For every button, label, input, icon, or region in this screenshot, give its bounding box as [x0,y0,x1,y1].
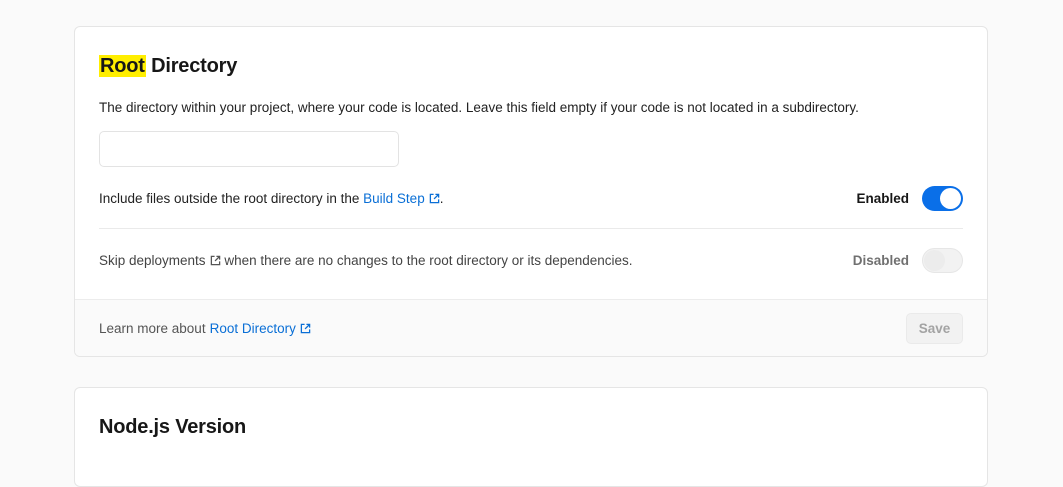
root-directory-description: The directory within your project, where… [99,100,859,115]
external-link-icon [300,323,311,333]
divider [99,228,963,229]
learn-more-text: Learn more about [99,320,206,336]
skip-deployments-text: when there are no changes to the root di… [220,252,633,268]
root-directory-docs-link[interactable]: Root Directory [210,321,311,336]
skip-deployments-link-label: Skip deployments [99,252,206,268]
title-rest: Directory [145,55,238,77]
nodejs-version-card: Node.js Version [74,387,988,487]
root-directory-card: Root Directory The directory within your… [74,26,988,357]
root-directory-footer: Learn more about Root Directory Save [75,299,987,356]
nodejs-version-title: Node.js Version [99,416,247,438]
include-files-text: Include files outside the root directory… [99,190,364,206]
include-files-toggle[interactable] [922,185,963,211]
skip-deployments-status: Disabled [852,252,909,268]
toggle-knob [924,249,945,271]
skip-deployments-row: Skip deployments when there are no chang… [99,245,963,275]
save-button[interactable]: Save [906,312,963,344]
skip-deployments-toggle[interactable] [922,247,963,273]
include-files-status: Enabled [856,190,909,206]
skip-deployments-link[interactable]: Skip deployments [99,253,221,268]
external-link-icon [210,255,220,265]
include-files-period: . [439,190,444,206]
build-step-link-label: Build Step [363,190,425,206]
root-directory-docs-link-label: Root Directory [209,320,296,336]
build-step-link[interactable]: Build Step [363,191,440,206]
title-highlight: Root [99,55,146,77]
toggle-knob [940,187,961,209]
external-link-icon [429,193,439,203]
root-directory-input[interactable] [99,131,399,167]
root-directory-title: Root Directory [99,55,237,78]
include-files-row: Include files outside the root directory… [99,183,963,213]
